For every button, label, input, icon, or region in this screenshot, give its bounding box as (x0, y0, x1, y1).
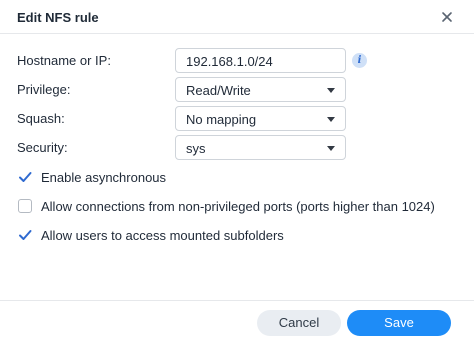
option-label: Allow users to access mounted subfolders (41, 228, 284, 243)
info-icon[interactable]: i (352, 53, 367, 68)
checkbox-enable-async[interactable] (18, 170, 32, 184)
chevron-down-icon (327, 146, 335, 151)
squash-label: Squash: (17, 111, 65, 126)
dialog-footer: Cancel Save (0, 300, 474, 345)
hostname-input[interactable]: 192.168.1.0/24 (175, 48, 346, 73)
option-label: Enable asynchronous (41, 170, 167, 185)
option-non-privileged-ports[interactable]: Allow connections from non-privileged po… (0, 197, 474, 217)
option-enable-async[interactable]: Enable asynchronous (0, 168, 474, 188)
save-button[interactable]: Save (347, 310, 451, 336)
security-row: Security: sys (0, 135, 474, 161)
cancel-button[interactable]: Cancel (257, 310, 341, 336)
close-icon[interactable] (438, 8, 456, 26)
option-label: Allow connections from non-privileged po… (41, 199, 435, 214)
chevron-down-icon (327, 88, 335, 93)
privilege-label: Privilege: (17, 82, 71, 97)
hostname-row: Hostname or IP: 192.168.1.0/24 i (0, 48, 474, 74)
security-select[interactable]: sys (175, 135, 346, 160)
privilege-value: Read/Write (186, 83, 251, 98)
dialog-title: Edit NFS rule (17, 10, 99, 25)
squash-value: No mapping (186, 112, 257, 127)
chevron-down-icon (327, 117, 335, 122)
privilege-select[interactable]: Read/Write (175, 77, 346, 102)
dialog-header: Edit NFS rule (0, 0, 474, 34)
checkbox-mounted-subfolders[interactable] (18, 228, 32, 242)
option-mounted-subfolders[interactable]: Allow users to access mounted subfolders (0, 226, 474, 246)
security-label: Security: (17, 140, 68, 155)
squash-row: Squash: No mapping (0, 106, 474, 132)
security-value: sys (186, 141, 206, 156)
privilege-row: Privilege: Read/Write (0, 77, 474, 103)
squash-select[interactable]: No mapping (175, 106, 346, 131)
edit-nfs-rule-dialog: Edit NFS rule Hostname or IP: 192.168.1.… (0, 0, 474, 345)
hostname-label: Hostname or IP: (17, 53, 111, 68)
checkbox-non-privileged-ports[interactable] (18, 199, 32, 213)
hostname-value: 192.168.1.0/24 (186, 54, 273, 69)
